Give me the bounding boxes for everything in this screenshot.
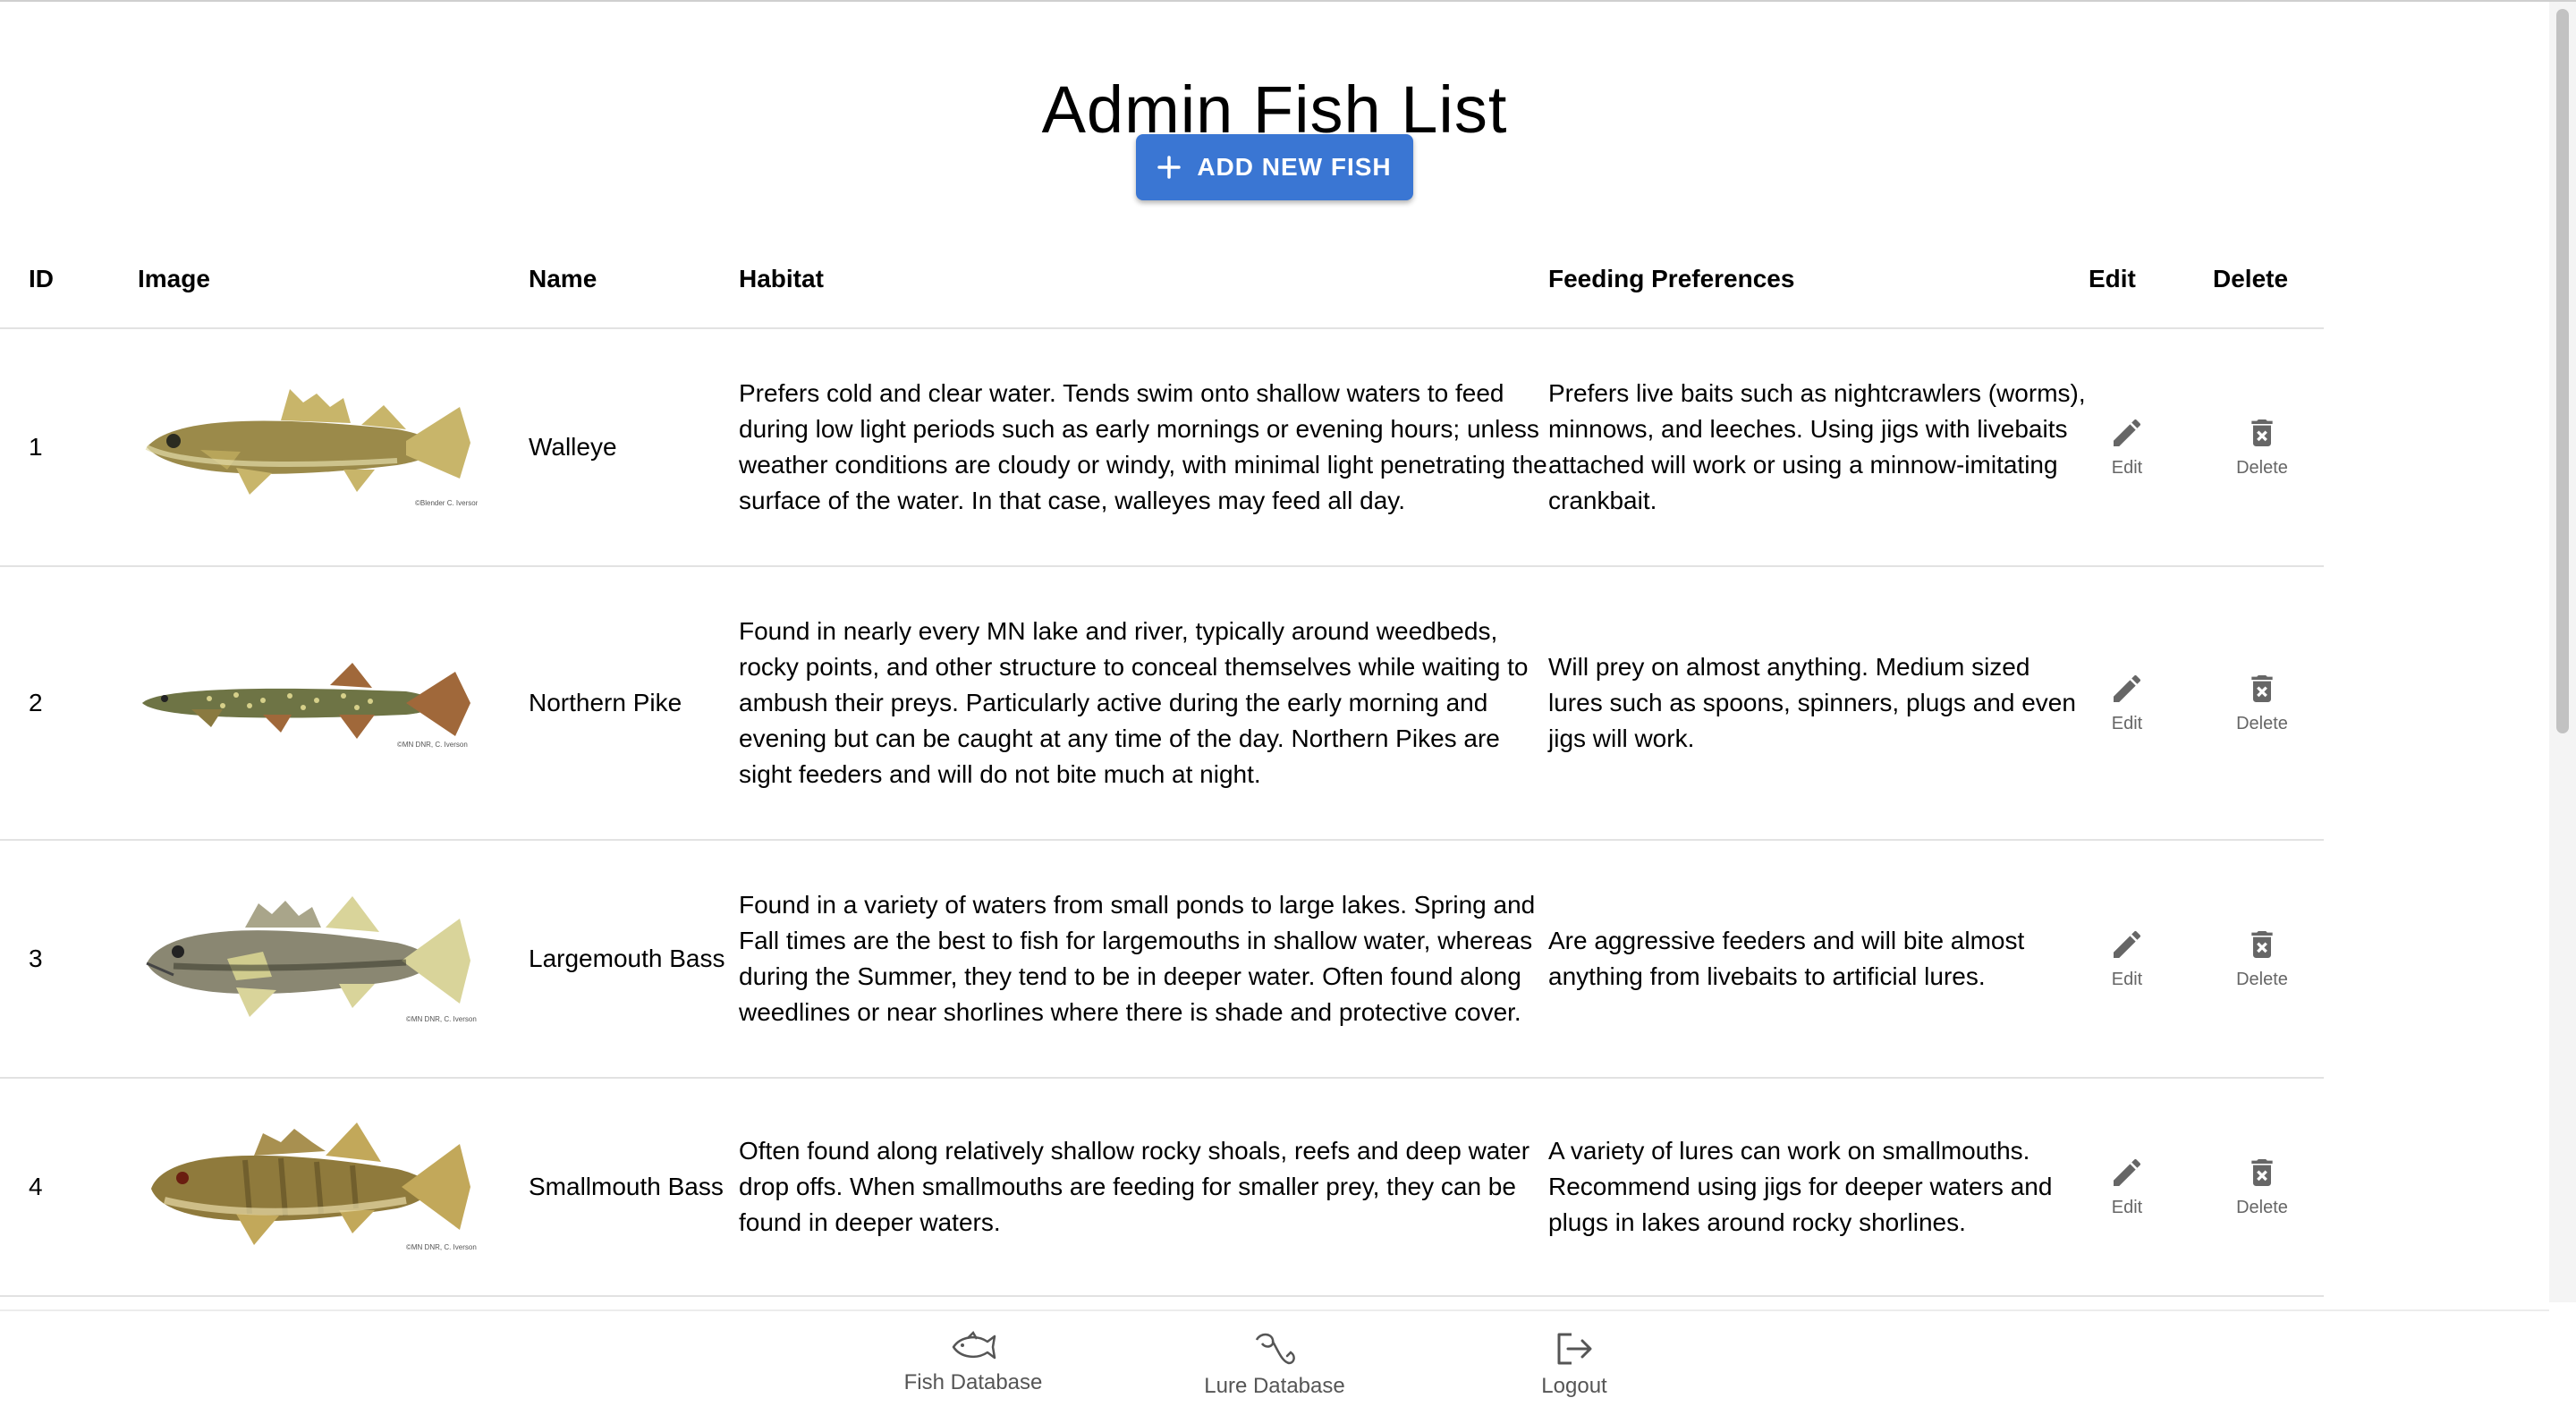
northern-pike-image-credit: ©MN DNR, C. Iverson bbox=[397, 741, 468, 749]
edit-label: Edit bbox=[2111, 714, 2143, 733]
smallmouth-bass-image: ©MN DNR, C. Iverson bbox=[151, 1123, 477, 1251]
header-id: ID bbox=[0, 231, 138, 329]
pencil-icon bbox=[2114, 674, 2141, 702]
header-feeding: Feeding Preferences bbox=[1548, 231, 2089, 329]
add-new-fish-button[interactable]: ADD NEW FISH bbox=[1136, 134, 1413, 200]
nav-fish-database[interactable]: Fish Database bbox=[875, 1329, 1072, 1395]
fish-feeding: Will prey on almost anything. Medium siz… bbox=[1548, 566, 2089, 841]
plus-icon bbox=[1157, 156, 1182, 179]
pencil-icon bbox=[2114, 930, 2141, 958]
scrollbar-thumb[interactable] bbox=[2556, 9, 2569, 733]
delete-label: Delete bbox=[2236, 714, 2288, 733]
lure-hook-icon bbox=[1255, 1333, 1295, 1365]
row-id: 4 bbox=[0, 1078, 138, 1297]
table-row: 2 ©MN DNR, C. Iverson Northern Pike Foun… bbox=[0, 566, 2324, 841]
pencil-icon bbox=[2114, 419, 2141, 446]
header-habitat: Habitat bbox=[739, 231, 1548, 329]
delete-label: Delete bbox=[2236, 970, 2288, 989]
header-edit: Edit bbox=[2089, 231, 2213, 329]
walleye-image-credit: ©Blender C. Iverson bbox=[415, 499, 478, 507]
pencil-icon bbox=[2114, 1158, 2141, 1186]
header-name: Name bbox=[529, 231, 739, 329]
fish-table: ID Image Name Habitat Feeding Preference… bbox=[0, 231, 2324, 1297]
edit-label: Edit bbox=[2111, 458, 2143, 478]
nav-logout-label: Logout bbox=[1541, 1374, 1607, 1398]
fish-name: Northern Pike bbox=[529, 566, 739, 841]
logout-icon bbox=[1557, 1333, 1592, 1365]
fish-feeding: Prefers live baits such as nightcrawlers… bbox=[1548, 328, 2089, 567]
edit-label: Edit bbox=[2111, 970, 2143, 989]
delete-button[interactable]: Delete bbox=[2195, 1155, 2329, 1219]
delete-forever-icon bbox=[2251, 675, 2273, 702]
fish-habitat: Often found along relatively shallow roc… bbox=[739, 1078, 1548, 1297]
nav-lure-database-label: Lure Database bbox=[1204, 1374, 1345, 1398]
header-image: Image bbox=[138, 231, 529, 329]
add-new-fish-label: ADD NEW FISH bbox=[1197, 153, 1392, 181]
fish-habitat: Found in a variety of waters from small … bbox=[739, 840, 1548, 1079]
header-delete: Delete bbox=[2213, 231, 2324, 329]
bottom-navigation: Fish Database Lure Database Logout bbox=[0, 1309, 2549, 1415]
delete-forever-icon bbox=[2251, 419, 2273, 446]
fish-habitat: Prefers cold and clear water. Tends swim… bbox=[739, 328, 1548, 567]
fish-name: Largemouth Bass bbox=[529, 840, 739, 1079]
delete-button[interactable]: Delete bbox=[2195, 927, 2329, 991]
largemouth-bass-image-credit: ©MN DNR, C. Iverson bbox=[406, 1015, 477, 1023]
edit-button[interactable]: Edit bbox=[2060, 927, 2194, 991]
vertical-scrollbar[interactable] bbox=[2549, 2, 2576, 1302]
nav-lure-database[interactable]: Lure Database bbox=[1176, 1329, 1373, 1399]
fish-feeding: A variety of lures can work on smallmout… bbox=[1548, 1078, 2089, 1297]
delete-button[interactable]: Delete bbox=[2195, 415, 2329, 479]
row-id: 3 bbox=[0, 840, 138, 1079]
largemouth-bass-image: ©MN DNR, C. Iverson bbox=[146, 896, 477, 1023]
table-header-row: ID Image Name Habitat Feeding Preference… bbox=[0, 231, 2324, 329]
delete-label: Delete bbox=[2236, 1198, 2288, 1217]
table-row: 1 ©Blender C. Iverson Walleye Prefers co… bbox=[0, 328, 2324, 567]
delete-forever-icon bbox=[2251, 931, 2273, 958]
table-row: 3 ©MN DNR, C. Iverson Largemouth Bass Fo… bbox=[0, 840, 2324, 1079]
nav-logout[interactable]: Logout bbox=[1476, 1329, 1673, 1399]
fish-name: Smallmouth Bass bbox=[529, 1078, 739, 1297]
row-id: 1 bbox=[0, 328, 138, 567]
fish-icon bbox=[952, 1330, 996, 1360]
edit-button[interactable]: Edit bbox=[2060, 1155, 2194, 1219]
table-row: 4 ©MN DNR, C. Iverson Smallmouth Bass Of… bbox=[0, 1078, 2324, 1297]
edit-button[interactable]: Edit bbox=[2060, 415, 2194, 479]
row-id: 2 bbox=[0, 566, 138, 841]
northern-pike-image: ©MN DNR, C. Iverson bbox=[142, 663, 470, 749]
edit-label: Edit bbox=[2111, 1198, 2143, 1217]
edit-button[interactable]: Edit bbox=[2060, 671, 2194, 735]
nav-fish-database-label: Fish Database bbox=[903, 1370, 1043, 1394]
delete-button[interactable]: Delete bbox=[2195, 671, 2329, 735]
fish-feeding: Are aggressive feeders and will bite alm… bbox=[1548, 840, 2089, 1079]
smallmouth-bass-image-credit: ©MN DNR, C. Iverson bbox=[406, 1243, 477, 1251]
fish-habitat: Found in nearly every MN lake and river,… bbox=[739, 566, 1548, 841]
delete-label: Delete bbox=[2236, 458, 2288, 478]
delete-forever-icon bbox=[2251, 1159, 2273, 1186]
walleye-image: ©Blender C. Iverson bbox=[145, 389, 478, 507]
fish-name: Walleye bbox=[529, 328, 739, 567]
top-border bbox=[0, 0, 2576, 2]
